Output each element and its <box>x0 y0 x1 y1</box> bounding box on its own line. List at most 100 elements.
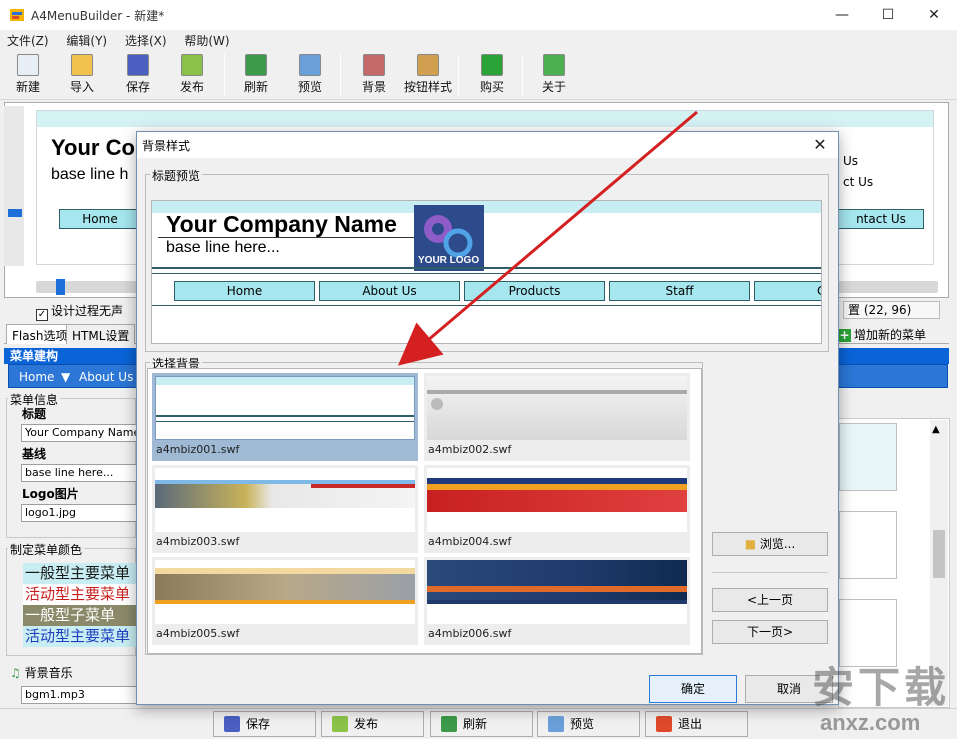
music-field[interactable]: bgm1.mp3 <box>21 686 137 704</box>
background-thumbnail[interactable]: a4mbiz002.swf <box>424 373 690 461</box>
toolbar-label: 预览 <box>297 80 322 94</box>
toolbar-button-0[interactable]: 新建 <box>2 53 54 97</box>
menu-colors-title: 制定菜单颜色 <box>8 541 85 558</box>
ruler-marker-icon[interactable] <box>8 209 22 217</box>
watermark-cn: 安下载 <box>812 663 951 712</box>
background-icon <box>363 54 385 76</box>
menu-color-row[interactable]: 一般型主要菜单 <box>23 563 138 584</box>
menu-bar: 文件(Z) 编辑(Y) 选择(X) 帮助(W) <box>0 30 957 50</box>
bottom-button-1[interactable]: 发布 <box>321 711 424 737</box>
background-filename: a4mbiz006.swf <box>428 627 512 640</box>
bottom-button-0[interactable]: 保存 <box>213 711 316 737</box>
vertical-ruler[interactable] <box>4 106 24 266</box>
preview-right-text: ct Us <box>843 175 874 189</box>
menu-edit[interactable]: 编辑(Y) <box>59 30 114 51</box>
close-window-button[interactable]: ✕ <box>911 0 957 30</box>
menu-file[interactable]: 文件(Z) <box>0 30 56 51</box>
menu-color-row[interactable]: 一般型子菜单 <box>23 605 138 626</box>
background-filename: a4mbiz001.swf <box>156 443 240 456</box>
ok-button[interactable]: 确定 <box>649 675 737 703</box>
toolbar-separator <box>522 54 523 96</box>
add-new-menu-button[interactable]: + 增加新的菜单 <box>838 326 926 343</box>
window-title: A4MenuBuilder - 新建* <box>31 9 165 23</box>
background-thumbnail[interactable]: a4mbiz003.swf <box>152 465 418 553</box>
preview-right-text: Us <box>843 154 859 168</box>
music-note-icon: ♫ <box>10 666 21 680</box>
logo-label: Logo图片 <box>22 487 79 501</box>
toolbar-button-1[interactable]: 导入 <box>56 53 108 97</box>
background-thumbnail[interactable]: a4mbiz004.swf <box>424 465 690 553</box>
preview-nav-button: Home <box>174 281 315 301</box>
minimize-button[interactable]: — <box>819 0 865 30</box>
browse-button[interactable]: ■ 浏览... <box>712 532 828 556</box>
background-preview-image <box>155 376 415 440</box>
publish-icon <box>332 716 348 732</box>
menu-build-item-home[interactable]: Home <box>19 370 54 384</box>
background-filename: a4mbiz002.swf <box>428 443 512 456</box>
menu-build-item-about[interactable]: About Us <box>79 370 133 384</box>
cart-icon <box>481 54 503 76</box>
scroll-up-icon[interactable]: ▲ <box>932 424 940 435</box>
exit-icon <box>656 716 672 732</box>
silent-design-checkbox[interactable]: ✓ 设计过程无声 <box>36 302 123 321</box>
title-label: 标题 <box>22 407 47 421</box>
background-thumbnail[interactable]: a4mbiz005.swf <box>152 557 418 645</box>
thumbnail[interactable] <box>839 511 897 579</box>
background-thumbnail[interactable]: a4mbiz006.swf <box>424 557 690 645</box>
title-preview-canvas: Your Company Name base line here... YOUR… <box>151 200 822 344</box>
bottom-button-label: 保存 <box>246 717 271 731</box>
background-preview-image <box>155 560 415 624</box>
toolbar-label: 背景 <box>361 80 386 94</box>
maximize-button[interactable]: ☐ <box>865 0 911 30</box>
toolbar-button-2[interactable]: 保存 <box>112 53 164 97</box>
bottom-button-2[interactable]: 刷新 <box>430 711 533 737</box>
background-filename: a4mbiz005.swf <box>156 627 240 640</box>
toolbar-button-4[interactable]: 刷新 <box>230 53 282 97</box>
checkbox-checked-icon[interactable]: ✓ <box>36 309 48 321</box>
bottom-button-label: 退出 <box>678 717 703 731</box>
menu-color-row[interactable]: 活动型主要菜单 <box>23 584 138 605</box>
dialog-close-button[interactable]: ✕ <box>808 133 832 157</box>
menu-help[interactable]: 帮助(W) <box>177 30 236 51</box>
music-label: ♫ 背景音乐 <box>8 664 75 681</box>
background-thumbnail[interactable]: a4mbiz001.swf <box>152 373 418 461</box>
toolbar-button-3[interactable]: 发布 <box>166 53 218 97</box>
baseline-field[interactable]: base line here... <box>21 464 137 482</box>
next-page-button[interactable]: 下一页> <box>712 620 828 644</box>
prev-page-button[interactable]: <上一页 <box>712 588 828 612</box>
thumbnail[interactable] <box>839 423 897 491</box>
preview-nav-home: Home <box>59 209 141 229</box>
preview-magnifier-icon <box>299 54 321 76</box>
scrollbar-thumb[interactable] <box>933 530 945 578</box>
toolbar-label: 关于 <box>541 80 566 94</box>
preview-nav-button: Products <box>464 281 605 301</box>
toolbar-label: 购买 <box>479 80 504 94</box>
toolbar-button-9[interactable]: 关于 <box>528 53 580 97</box>
toolbar-button-5[interactable]: 预览 <box>284 53 336 97</box>
divider <box>712 572 828 573</box>
bottom-button-4[interactable]: 退出 <box>645 711 748 737</box>
toolbar-label: 发布 <box>179 80 204 94</box>
save-disk-icon <box>224 716 240 732</box>
toolbar-button-7[interactable]: 按钮样式 <box>402 53 454 97</box>
menu-color-row[interactable]: 活动型主要菜单 <box>23 626 138 647</box>
title-preview-legend: 标题预览 <box>150 167 203 184</box>
toolbar-button-6[interactable]: 背景 <box>348 53 400 97</box>
logo-field[interactable]: logo1.jpg <box>21 504 137 522</box>
info-icon <box>543 54 565 76</box>
menu-select[interactable]: 选择(X) <box>118 30 174 51</box>
publish-icon <box>181 54 203 76</box>
app-icon <box>10 9 24 21</box>
toolbar-separator <box>340 54 341 96</box>
refresh-icon <box>441 716 457 732</box>
tab-flash-options[interactable]: Flash选项 <box>6 324 74 344</box>
refresh-icon <box>245 54 267 76</box>
title-field[interactable]: Your Company Name <box>21 424 137 442</box>
toolbar-button-8[interactable]: 购买 <box>466 53 518 97</box>
dropdown-arrow-icon[interactable]: ▼ <box>61 370 70 384</box>
bottom-button-3[interactable]: 预览 <box>537 711 640 737</box>
slider-thumb[interactable] <box>56 279 65 295</box>
toolbar-label: 导入 <box>69 80 94 94</box>
toolbar-separator <box>458 54 459 96</box>
tab-html-settings[interactable]: HTML设置 <box>66 324 136 344</box>
